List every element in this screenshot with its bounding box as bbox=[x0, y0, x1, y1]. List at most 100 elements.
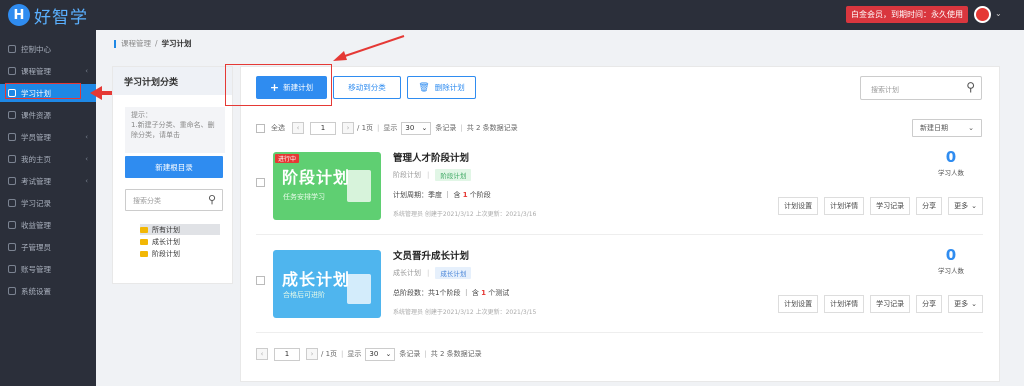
share-button[interactable]: 分享 bbox=[916, 197, 943, 215]
plan-period: 计划周期：季度 ｜ 含 1 个阶段 bbox=[393, 190, 491, 200]
pager-separator: | bbox=[341, 350, 344, 358]
row-actions: 计划设置 计划详情 学习记录 分享 更多 ⌄ bbox=[772, 197, 983, 215]
page-input[interactable]: 1 bbox=[310, 121, 336, 135]
show-label: 显示 bbox=[383, 124, 398, 132]
sidebar-item-label: 考试管理 bbox=[21, 176, 51, 186]
sidebar-item-dashboard[interactable]: 控制中心 bbox=[0, 40, 96, 58]
page-size-select[interactable]: 30 ⌄ bbox=[401, 121, 432, 135]
category-tip: 提示： 1.新建子分类、重命名、删除分类，请单击 bbox=[125, 107, 225, 153]
page-total: / 1页 bbox=[357, 124, 374, 132]
trash-icon: 🗑 bbox=[418, 82, 430, 93]
document-icon bbox=[347, 170, 371, 202]
share-button[interactable]: 分享 bbox=[916, 295, 943, 313]
sort-select[interactable]: 新建日期 ⌄ bbox=[912, 119, 982, 137]
pager-bottom: ‹ 1 › / 1页 | 显示 30 ⌄ 条记录 | 共 2 条数据记录 bbox=[256, 347, 482, 361]
pager-top: 全选 ‹ 1 › / 1页 | 显示 30 ⌄ 条记录 | 共 2 条数据记录 bbox=[256, 121, 518, 135]
chevron-down-icon: ⌄ bbox=[968, 124, 974, 132]
category-panel-title: 学习计划分类 bbox=[113, 67, 232, 95]
tree-item-stage[interactable]: 阶段计划 bbox=[140, 248, 180, 259]
plan-type: 阶段计划 bbox=[393, 171, 421, 179]
page-size-select[interactable]: 30 ⌄ bbox=[365, 347, 396, 361]
prev-page-button[interactable]: ‹ bbox=[292, 122, 304, 134]
breadcrumb-parent[interactable]: 课程管理 bbox=[121, 38, 151, 49]
total-records: 共 2 条数据记录 bbox=[430, 350, 482, 358]
member-status-badge[interactable]: 白金会员，到期时间：永久使用 bbox=[846, 6, 968, 23]
home-icon bbox=[8, 45, 16, 53]
category-search-input[interactable]: 搜索分类 ⚲ bbox=[125, 189, 223, 211]
page-total: / 1页 bbox=[321, 350, 338, 358]
plan-details-button[interactable]: 计划详情 bbox=[824, 197, 865, 215]
more-button[interactable]: 更多 ⌄ bbox=[948, 295, 983, 313]
select-all-label: 全选 bbox=[271, 124, 285, 132]
pager-separator: | bbox=[424, 350, 427, 358]
logo-mark: H bbox=[8, 4, 30, 26]
sidebar-item-settings[interactable]: 系统设置 bbox=[0, 282, 96, 300]
move-to-category-button[interactable]: 移动到分类 bbox=[333, 76, 401, 99]
folder-icon bbox=[140, 238, 148, 245]
period-suffix: 个测试 bbox=[488, 289, 510, 297]
plan-row[interactable]: 成长计划 合格后可进阶 文员晋升成长计划 成长计划 | 成长计划 总阶段数：共1… bbox=[256, 243, 983, 333]
sidebar-item-label: 课件资源 bbox=[21, 110, 51, 120]
plan-cover[interactable]: 成长计划 合格后可进阶 bbox=[273, 250, 381, 318]
row-actions: 计划设置 计划详情 学习记录 分享 更多 ⌄ bbox=[772, 295, 983, 313]
learner-count-value[interactable]: 0 bbox=[931, 246, 971, 264]
sidebar-item-label: 我的主页 bbox=[21, 154, 51, 164]
delete-plan-button[interactable]: 🗑 删除计划 bbox=[407, 76, 476, 99]
breadcrumb: 课程管理 / 学习计划 bbox=[114, 38, 192, 49]
records-label: 条记录 bbox=[399, 350, 421, 358]
page-icon bbox=[8, 155, 16, 163]
new-root-category-button[interactable]: 新建根目录 bbox=[125, 156, 223, 178]
search-icon[interactable]: ⚲ bbox=[966, 80, 975, 94]
learner-count-label: 学习人数 bbox=[938, 169, 964, 177]
search-icon[interactable]: ⚲ bbox=[208, 193, 216, 206]
gear-icon bbox=[8, 287, 16, 295]
sidebar-item-courses[interactable]: 课程管理 ‹ bbox=[0, 62, 96, 80]
sidebar-item-label: 控制中心 bbox=[21, 44, 51, 54]
plan-name[interactable]: 管理人才阶段计划 bbox=[393, 150, 469, 164]
learning-records-button[interactable]: 学习记录 bbox=[870, 197, 911, 215]
learner-count-value[interactable]: 0 bbox=[931, 148, 971, 166]
sidebar-item-students[interactable]: 学员管理 ‹ bbox=[0, 128, 96, 146]
sidebar-item-records[interactable]: 学习记录 bbox=[0, 194, 96, 212]
row-checkbox[interactable] bbox=[256, 178, 265, 187]
plan-row[interactable]: 进行中 阶段计划 任务安排学习 管理人才阶段计划 阶段计划 | 阶段计划 计划周… bbox=[256, 145, 983, 235]
plan-search-input[interactable]: 搜索计划 ⚲ bbox=[860, 76, 982, 100]
more-button[interactable]: 更多 ⌄ bbox=[948, 197, 983, 215]
tree-item-growth[interactable]: 成长计划 bbox=[140, 236, 180, 247]
plan-settings-button[interactable]: 计划设置 bbox=[778, 197, 819, 215]
plan-name[interactable]: 文员晋升成长计划 bbox=[393, 248, 469, 262]
logo[interactable]: H 好智学 bbox=[8, 4, 88, 28]
select-all-checkbox[interactable] bbox=[256, 123, 265, 133]
sort-value: 新建日期 bbox=[920, 124, 948, 132]
sidebar-item-revenue[interactable]: 收益管理 bbox=[0, 216, 96, 234]
period-count: 1 bbox=[481, 289, 487, 297]
plan-cover[interactable]: 进行中 阶段计划 任务安排学习 bbox=[273, 152, 381, 220]
sidebar-item-sub-admins[interactable]: 子管理员 bbox=[0, 238, 96, 256]
sidebar-item-account[interactable]: 账号管理 bbox=[0, 260, 96, 278]
row-checkbox[interactable] bbox=[256, 276, 265, 285]
page-input[interactable]: 1 bbox=[274, 347, 300, 361]
page-size-value: 30 bbox=[405, 124, 415, 132]
tree-item-label: 所有计划 bbox=[152, 225, 180, 234]
sidebar-item-label: 收益管理 bbox=[21, 220, 51, 230]
chevron-down-icon: ⌄ bbox=[385, 350, 392, 358]
sidebar-item-label: 课程管理 bbox=[21, 66, 51, 76]
prev-page-button[interactable]: ‹ bbox=[256, 348, 268, 360]
sidebar-item-exams[interactable]: 考试管理 ‹ bbox=[0, 172, 96, 190]
chevron-down-icon: ⌄ bbox=[421, 124, 428, 132]
next-page-button[interactable]: › bbox=[306, 348, 318, 360]
chevron-down-icon: ⌄ bbox=[971, 300, 977, 308]
plan-details-button[interactable]: 计划详情 bbox=[824, 295, 865, 313]
user-menu-caret-icon[interactable]: ⌄ bbox=[995, 9, 1002, 18]
next-page-button[interactable]: › bbox=[342, 122, 354, 134]
learning-records-button[interactable]: 学习记录 bbox=[870, 295, 911, 313]
sidebar-item-resources[interactable]: 课件资源 bbox=[0, 106, 96, 124]
growth-chart-icon bbox=[347, 274, 371, 304]
avatar[interactable] bbox=[974, 6, 991, 23]
sidebar-item-homepage[interactable]: 我的主页 ‹ bbox=[0, 150, 96, 168]
plan-settings-button[interactable]: 计划设置 bbox=[778, 295, 819, 313]
cover-subtitle: 合格后可进阶 bbox=[283, 291, 325, 299]
tree-item-all[interactable]: 所有计划 bbox=[140, 224, 220, 235]
revenue-icon bbox=[8, 221, 16, 229]
sidebar-item-label: 学员管理 bbox=[21, 132, 51, 142]
